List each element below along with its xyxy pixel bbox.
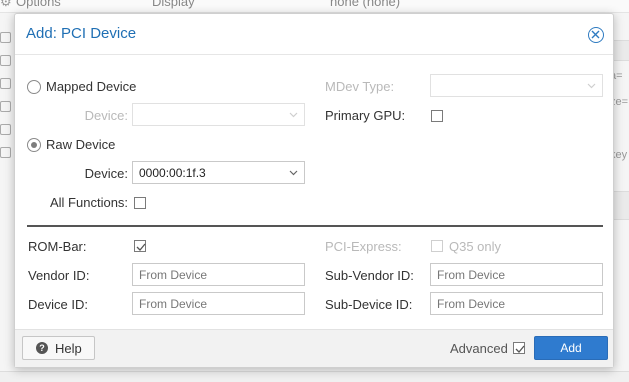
background-sidebar-icons [0, 20, 12, 158]
primary-gpu-label: Primary GPU: [325, 108, 406, 123]
rom-bar-checkbox[interactable] [134, 240, 146, 252]
background-display-value: none (none) [330, 0, 401, 9]
sidebar-icon [0, 147, 11, 158]
dialog-footer: ? Help Advanced Add [15, 329, 613, 367]
sub-device-id-input[interactable] [430, 292, 603, 315]
gear-icon: ⚙ [0, 0, 12, 9]
advanced-checkbox[interactable] [513, 342, 525, 354]
vendor-id-label: Vendor ID: [28, 268, 90, 283]
help-icon: ? [36, 342, 48, 354]
background-options-item[interactable]: ⚙ Options [0, 0, 61, 9]
mapped-device-label: Mapped Device [46, 79, 137, 94]
primary-gpu-checkbox[interactable] [431, 110, 443, 122]
sidebar-icon [0, 78, 11, 89]
device-id-label: Device ID: [28, 297, 88, 312]
sidebar-icon [0, 55, 11, 66]
mdev-type-label: MDev Type: [325, 79, 395, 94]
mapped-device-device-label: Device: [84, 108, 128, 123]
raw-device-label: Raw Device [46, 137, 116, 152]
background-display-label: Display [152, 0, 195, 9]
vendor-id-input[interactable] [132, 263, 305, 286]
sub-device-id-label: Sub-Device ID: [325, 297, 413, 312]
dialog-title: Add: PCI Device [26, 25, 137, 42]
chevron-down-icon [289, 170, 298, 176]
sub-vendor-id-label: Sub-Vendor ID: [325, 268, 414, 283]
dialog-header: Add: PCI Device [15, 14, 613, 55]
add-pci-device-dialog: Add: PCI Device Mapped Device Device: MD… [14, 13, 614, 368]
advanced-label: Advanced [450, 341, 508, 356]
add-button[interactable]: Add [534, 336, 608, 360]
sidebar-icon [0, 32, 11, 43]
close-button[interactable] [588, 27, 604, 43]
mapped-device-radio[interactable] [27, 80, 41, 94]
sidebar-icon [0, 101, 11, 112]
mapped-device-select[interactable] [132, 103, 305, 126]
pci-express-label: PCI-Express: [325, 239, 402, 254]
pci-express-checkbox[interactable] [431, 240, 443, 252]
close-icon [591, 30, 600, 39]
background-header [0, 0, 629, 13]
sidebar-icon [0, 124, 11, 135]
raw-device-radio[interactable] [27, 138, 41, 152]
rom-bar-label: ROM-Bar: [28, 239, 87, 254]
all-functions-label: All Functions: [50, 195, 129, 210]
chevron-down-icon [587, 83, 596, 89]
background-footer [0, 371, 629, 382]
checkmark-icon [515, 345, 525, 353]
q35-only-label: Q35 only [449, 239, 502, 254]
raw-device-select[interactable]: 0000:00:1f.3 [132, 161, 305, 184]
raw-device-device-label: Device: [84, 166, 128, 181]
all-functions-checkbox[interactable] [134, 197, 146, 209]
sub-vendor-id-input[interactable] [430, 263, 603, 286]
chevron-down-icon [289, 112, 298, 118]
help-button[interactable]: ? Help [22, 336, 95, 360]
mdev-type-select[interactable] [430, 74, 603, 97]
checkmark-icon [136, 243, 146, 251]
device-id-input[interactable] [132, 292, 305, 315]
section-divider [27, 225, 603, 227]
